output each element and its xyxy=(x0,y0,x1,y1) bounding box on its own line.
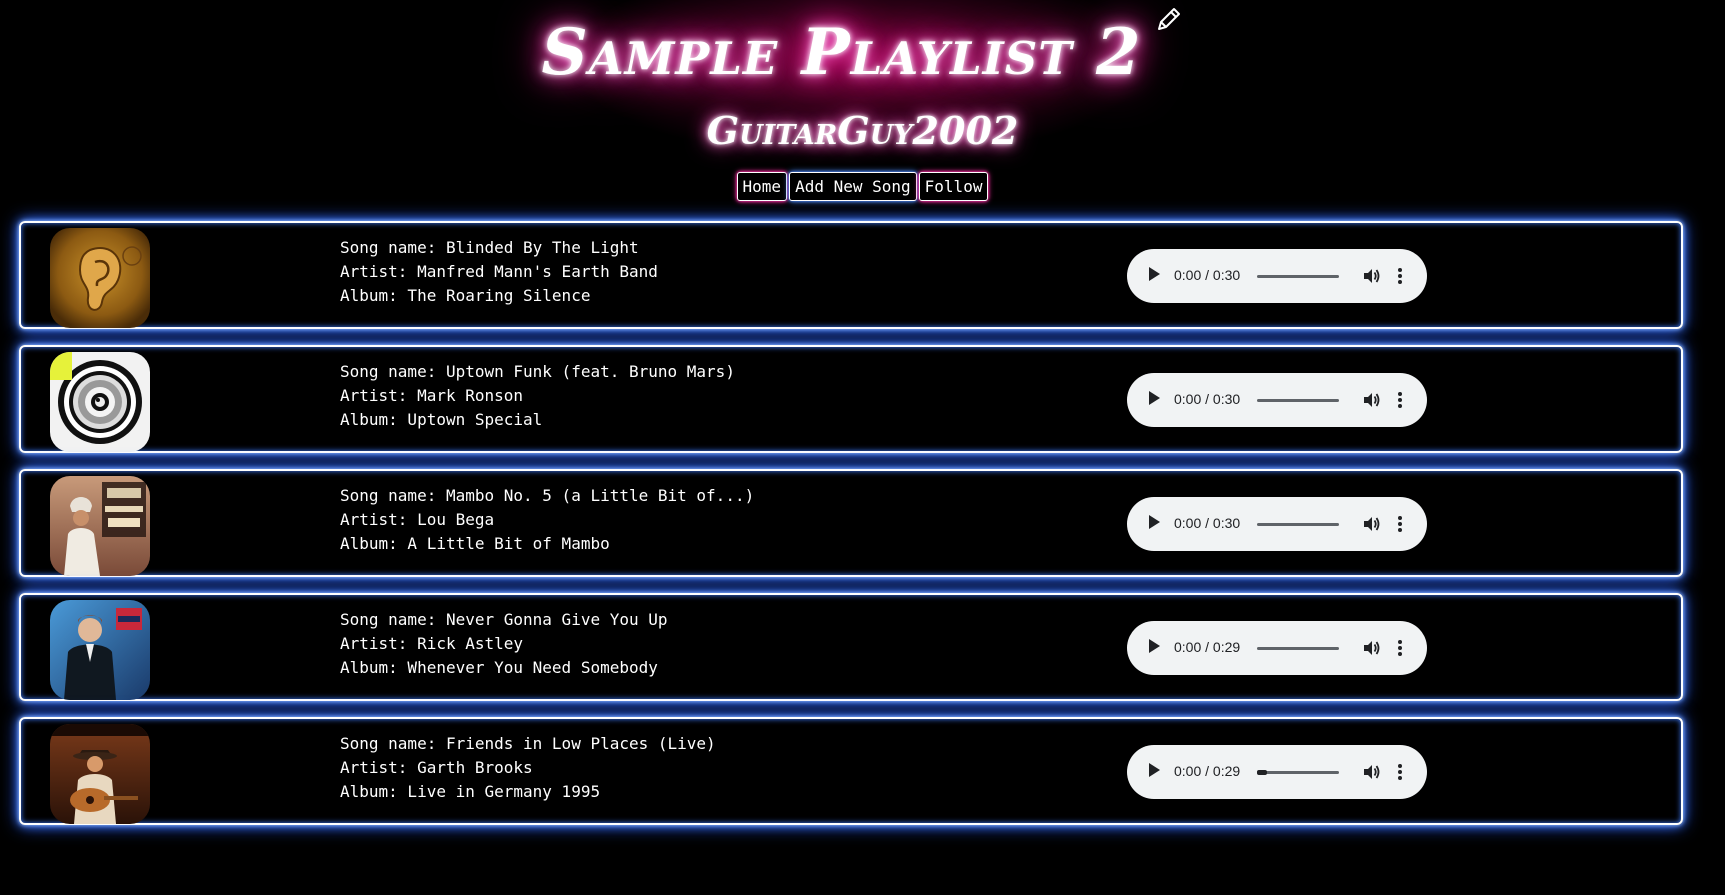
playlist-title: Sample Playlist 2 xyxy=(541,14,1142,90)
volume-icon[interactable] xyxy=(1361,762,1381,782)
song-card: Song name: Never Gonna Give You Up Artis… xyxy=(19,593,1683,701)
playlist-owner: GuitarGuy2002 xyxy=(706,108,1019,153)
song-list: Song name: Blinded By The Light Artist: … xyxy=(19,221,1683,841)
more-options-icon[interactable] xyxy=(1397,390,1403,410)
pencil-edit-icon[interactable] xyxy=(1152,4,1184,36)
home-button[interactable]: Home xyxy=(736,172,788,201)
song-card: Song name: Friends in Low Places (Live) … xyxy=(19,717,1683,825)
song-card: Song name: Blinded By The Light Artist: … xyxy=(19,221,1683,329)
audio-player: 0:00 / 0:30 xyxy=(1127,373,1427,427)
play-icon[interactable] xyxy=(1149,763,1160,777)
audio-player: 0:00 / 0:29 xyxy=(1127,621,1427,675)
song-album: Album: Whenever You Need Somebody xyxy=(340,658,658,677)
seek-slider[interactable] xyxy=(1257,770,1339,775)
nav-bar: Home Add New Song Follow xyxy=(0,172,1725,201)
song-info: Song name: Never Gonna Give You Up Artis… xyxy=(340,608,668,680)
album-cover xyxy=(50,228,150,328)
player-time: 0:00 / 0:29 xyxy=(1174,639,1241,655)
volume-icon[interactable] xyxy=(1361,266,1381,286)
song-card: Song name: Uptown Funk (feat. Bruno Mars… xyxy=(19,345,1683,453)
song-name: Song name: Friends in Low Places (Live) xyxy=(340,734,716,753)
follow-button[interactable]: Follow xyxy=(918,172,989,201)
volume-icon[interactable] xyxy=(1361,390,1381,410)
seek-slider[interactable] xyxy=(1257,399,1339,402)
song-artist: Artist: Garth Brooks xyxy=(340,758,533,777)
song-name: Song name: Uptown Funk (feat. Bruno Mars… xyxy=(340,362,735,381)
song-name: Song name: Never Gonna Give You Up xyxy=(340,610,668,629)
song-info: Song name: Blinded By The Light Artist: … xyxy=(340,236,658,308)
audio-player: 0:00 / 0:30 xyxy=(1127,249,1427,303)
play-icon[interactable] xyxy=(1149,639,1160,653)
album-cover xyxy=(50,724,150,824)
volume-icon[interactable] xyxy=(1361,638,1381,658)
title-row: Sample Playlist 2 xyxy=(0,4,1725,104)
play-icon[interactable] xyxy=(1149,515,1160,529)
song-album: Album: The Roaring Silence xyxy=(340,286,591,305)
play-icon[interactable] xyxy=(1149,267,1160,281)
song-artist: Artist: Mark Ronson xyxy=(340,386,524,405)
song-album: Album: A Little Bit of Mambo xyxy=(340,534,610,553)
seek-slider[interactable] xyxy=(1257,523,1339,526)
audio-player: 0:00 / 0:30 xyxy=(1127,497,1427,551)
album-cover xyxy=(50,352,150,452)
seek-progress xyxy=(1257,770,1267,775)
song-info: Song name: Uptown Funk (feat. Bruno Mars… xyxy=(340,360,735,432)
volume-icon[interactable] xyxy=(1361,514,1381,534)
add-new-song-button[interactable]: Add New Song xyxy=(789,172,917,201)
album-cover xyxy=(50,600,150,700)
song-name: Song name: Mambo No. 5 (a Little Bit of.… xyxy=(340,486,755,505)
player-time: 0:00 / 0:29 xyxy=(1174,763,1241,779)
player-time: 0:00 / 0:30 xyxy=(1174,515,1241,531)
player-time: 0:00 / 0:30 xyxy=(1174,391,1241,407)
more-options-icon[interactable] xyxy=(1397,762,1403,782)
song-info: Song name: Friends in Low Places (Live) … xyxy=(340,732,716,804)
playlist-page: Sample Playlist 2 GuitarGuy2002 Home Add… xyxy=(0,0,1725,895)
song-album: Album: Uptown Special xyxy=(340,410,543,429)
more-options-icon[interactable] xyxy=(1397,638,1403,658)
more-options-icon[interactable] xyxy=(1397,266,1403,286)
song-artist: Artist: Lou Bega xyxy=(340,510,495,529)
more-options-icon[interactable] xyxy=(1397,514,1403,534)
song-name: Song name: Blinded By The Light xyxy=(340,238,639,257)
play-icon[interactable] xyxy=(1149,391,1160,405)
song-info: Song name: Mambo No. 5 (a Little Bit of.… xyxy=(340,484,754,556)
song-card: Song name: Mambo No. 5 (a Little Bit of.… xyxy=(19,469,1683,577)
seek-slider[interactable] xyxy=(1257,275,1339,278)
player-time: 0:00 / 0:30 xyxy=(1174,267,1241,283)
song-artist: Artist: Rick Astley xyxy=(340,634,524,653)
audio-player: 0:00 / 0:29 xyxy=(1127,745,1427,799)
song-album: Album: Live in Germany 1995 xyxy=(340,782,601,801)
album-cover xyxy=(50,476,150,576)
seek-slider[interactable] xyxy=(1257,647,1339,650)
song-artist: Artist: Manfred Mann's Earth Band xyxy=(340,262,658,281)
